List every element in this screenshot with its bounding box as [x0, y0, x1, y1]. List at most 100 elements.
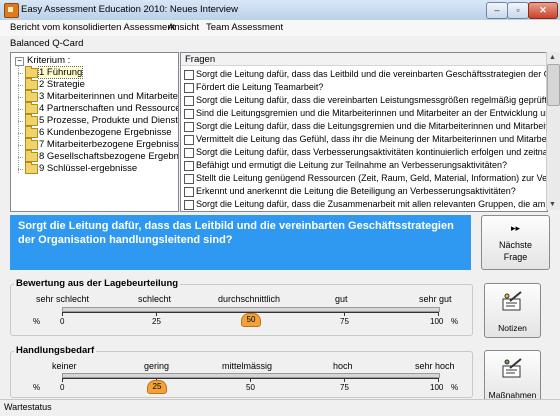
- question-row[interactable]: Vermittelt die Leitung das Gefühl, dass …: [181, 134, 547, 145]
- current-question-panel: Sorgt die Leitung dafür, dass das Leitbi…: [10, 215, 471, 270]
- close-button[interactable]: ✕: [528, 2, 558, 19]
- rating-label-0: sehr schlecht: [36, 294, 90, 304]
- question-text: Sorgt die Leitung dafür, dass das Leitbi…: [196, 69, 547, 79]
- scroll-down-icon[interactable]: ▼: [546, 199, 559, 210]
- rating-label-4: sehr gut: [419, 294, 452, 304]
- tree-root-label: Kriterium :: [27, 55, 71, 66]
- question-text: Befähigt und ermutigt die Leitung zur Te…: [196, 160, 508, 170]
- question-text: Fördert die Leitung Teamarbeit?: [196, 82, 324, 92]
- question-text: Erkennt und anerkennt die Leitung die Be…: [196, 186, 516, 196]
- folder-icon: [25, 78, 38, 90]
- questions-header: Fragen: [181, 53, 547, 66]
- notes-button[interactable]: Notizen: [484, 283, 541, 338]
- action-label-1: gering: [144, 361, 170, 371]
- question-text: Sorgt die Leitung dafür, dass Verbesseru…: [196, 147, 547, 157]
- window-title: Easy Assessment Education 2010: Neues In…: [21, 4, 239, 15]
- question-row[interactable]: Sorgt die Leitung dafür, dass die Zusamm…: [181, 199, 547, 210]
- folder-icon: [25, 90, 38, 102]
- app-icon: [4, 3, 19, 18]
- tree-item-label: 2 Strategie: [39, 79, 85, 90]
- question-checkbox[interactable]: [184, 135, 194, 145]
- rating-tick-0: 0: [60, 317, 65, 326]
- action-tick-75: 75: [340, 383, 349, 392]
- scroll-up-icon[interactable]: ▲: [546, 52, 559, 63]
- question-text: Sorgt die Leitung dafür, dass die Zusamm…: [196, 199, 547, 209]
- question-row[interactable]: Sorgt die Leitung dafür, dass das Leitbi…: [181, 69, 547, 80]
- action-label-4: sehr hoch: [415, 361, 455, 371]
- rating-tick-100: 100: [430, 317, 444, 326]
- next-question-label-1: Nächste: [498, 240, 533, 250]
- action-label-2: mittelmässig: [222, 361, 273, 371]
- current-question-text: Sorgt die Leitung dafür, dass das Leitbi…: [18, 220, 454, 246]
- action-percent-left: %: [33, 383, 41, 392]
- question-checkbox[interactable]: [184, 70, 194, 80]
- question-checkbox[interactable]: [184, 148, 194, 158]
- tree-item-label: 8 Gesellschaftsbezogene Ergebnisse: [39, 151, 179, 162]
- status-text: Wartestatus: [4, 402, 52, 412]
- notes-icon: [502, 291, 522, 311]
- folder-icon: [25, 126, 38, 138]
- question-row[interactable]: Sorgt die Leitung dafür, dass die Leitun…: [181, 121, 547, 132]
- folder-icon: [25, 102, 38, 114]
- rating-label-2: durchschnittlich: [218, 294, 281, 304]
- rating-title: Bewertung aus der Lagebeurteilung: [14, 278, 181, 289]
- folder-icon: [25, 114, 38, 126]
- question-checkbox[interactable]: [184, 122, 194, 132]
- question-text: Sind die Leitungsgremien und die Mitarbe…: [196, 108, 547, 118]
- folder-icon: [25, 150, 38, 162]
- menu-balanced-q-card[interactable]: Balanced Q-Card: [10, 38, 83, 49]
- action-tick-50: 50: [246, 383, 255, 392]
- rating-slider-thumb[interactable]: 50: [241, 313, 261, 327]
- question-text: Vermittelt die Leitung das Gefühl, dass …: [196, 134, 548, 144]
- question-checkbox[interactable]: [184, 83, 194, 93]
- question-row[interactable]: Sind die Leitungsgremien und die Mitarbe…: [181, 108, 547, 119]
- rating-tick-25: 25: [152, 317, 161, 326]
- question-row[interactable]: Sorgt die Leitung dafür, dass die verein…: [181, 95, 547, 106]
- question-text: Sorgt die Leitung dafür, dass die verein…: [196, 95, 547, 105]
- action-tick-100: 100: [430, 383, 444, 392]
- maximize-button[interactable]: ▫: [507, 2, 529, 19]
- action-label-3: hoch: [333, 361, 353, 371]
- folder-icon: [25, 162, 38, 174]
- question-row[interactable]: Sorgt die Leitung dafür, dass Verbesseru…: [181, 147, 547, 158]
- collapse-icon[interactable]: −: [15, 57, 24, 66]
- notes-label: Notizen: [498, 323, 527, 333]
- question-row[interactable]: Stellt die Leitung genügend Ressourcen (…: [181, 173, 547, 184]
- question-checkbox[interactable]: [184, 187, 194, 197]
- question-row[interactable]: Erkennt und anerkennt die Leitung die Be…: [181, 186, 547, 197]
- menu-ansicht[interactable]: Ansicht: [168, 22, 199, 33]
- action-title: Handlungsbedarf: [14, 345, 97, 356]
- question-row[interactable]: Befähigt und ermutigt die Leitung zur Te…: [181, 160, 547, 171]
- question-text: Stellt die Leitung genügend Ressourcen (…: [196, 173, 548, 183]
- action-label-0: keiner: [52, 361, 77, 371]
- action-tick-0: 0: [60, 383, 65, 392]
- rating-tick-75: 75: [340, 317, 349, 326]
- question-checkbox[interactable]: [184, 96, 194, 106]
- question-row[interactable]: Fördert die Leitung Teamarbeit?: [181, 82, 547, 93]
- menu-team-assessment[interactable]: Team Assessment: [206, 22, 283, 33]
- question-checkbox[interactable]: [184, 200, 194, 210]
- action-percent-right: %: [451, 383, 459, 392]
- fast-forward-icon: ▸▸: [510, 223, 521, 233]
- rating-percent-left: %: [33, 317, 41, 326]
- question-checkbox[interactable]: [184, 161, 194, 171]
- question-checkbox[interactable]: [184, 174, 194, 184]
- measures-icon: [502, 358, 522, 378]
- action-slider-thumb[interactable]: 25: [147, 380, 167, 394]
- tree-item-label: 3 Mitarbeiterinnen und Mitarbeiter: [39, 91, 179, 102]
- criteria-tree[interactable]: − Kriterium : 1 Führung 2 Strategie 3 Mi…: [10, 52, 179, 212]
- tree-item-label: 4 Partnerschaften und Ressourcen: [39, 103, 179, 114]
- questions-list[interactable]: Fragen Sorgt die Leitung dafür, dass das…: [180, 52, 548, 212]
- folder-icon: [25, 138, 38, 150]
- scrollbar-thumb[interactable]: [547, 64, 560, 106]
- tree-item-label: 1 Führung: [37, 66, 84, 79]
- next-question-button[interactable]: ▸▸ Nächste Frage: [481, 215, 550, 270]
- rating-label-3: gut: [335, 294, 348, 304]
- rating-label-1: schlecht: [138, 294, 172, 304]
- question-checkbox[interactable]: [184, 109, 194, 119]
- minimize-button[interactable]: –: [486, 2, 508, 19]
- folder-icon: [25, 66, 38, 78]
- measures-button[interactable]: Maßnahmen: [484, 350, 541, 405]
- rating-percent-right: %: [451, 317, 459, 326]
- menu-bericht[interactable]: Bericht vom konsolidierten Assessment: [10, 22, 175, 33]
